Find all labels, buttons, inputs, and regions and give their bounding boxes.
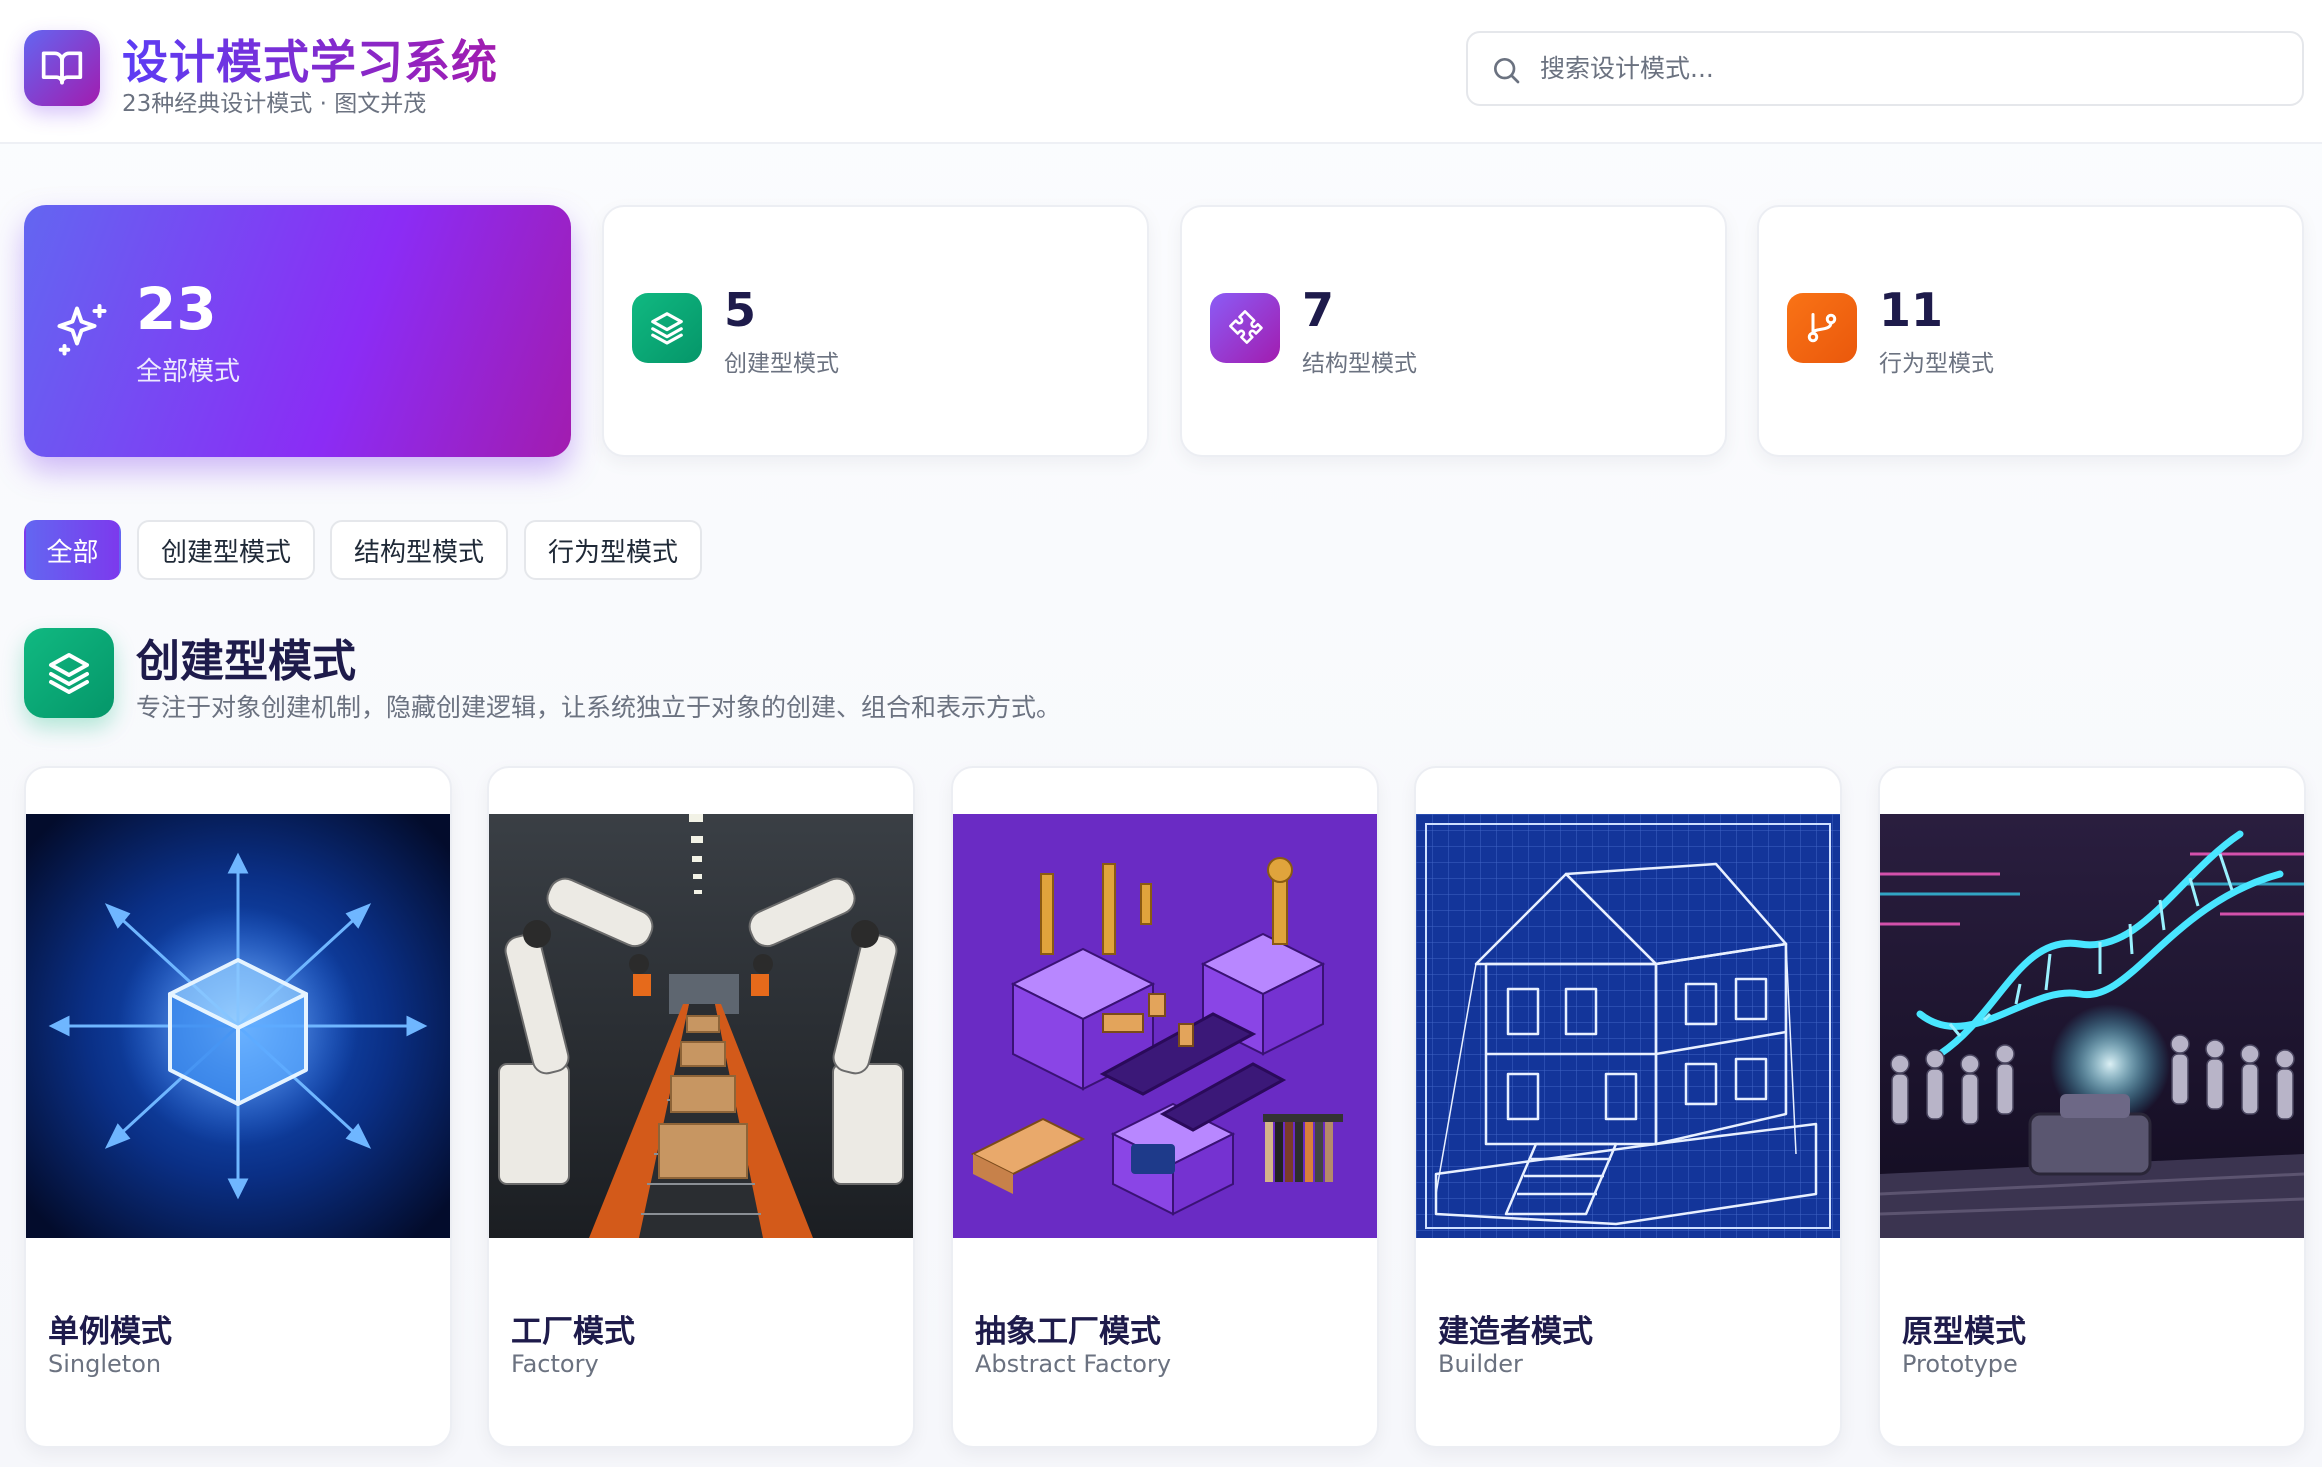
stat-icon-tile (632, 293, 702, 363)
tab-creational[interactable]: 创建型模式 (137, 520, 315, 580)
pattern-english-name: Abstract Factory (975, 1350, 1172, 1378)
tab-all[interactable]: 全部 (24, 520, 121, 580)
stat-label: 全部模式 (136, 357, 241, 387)
tab-structural[interactable]: 结构型模式 (330, 520, 508, 580)
puzzle-icon (1229, 310, 1263, 344)
pattern-english-name: Factory (511, 1350, 599, 1378)
pattern-name: 原型模式 (1902, 1314, 2026, 1350)
git-branch-icon (1807, 313, 1837, 343)
pattern-english-name: Builder (1438, 1350, 1523, 1378)
stat-value: 23 (136, 275, 217, 343)
dna-clones-image (1880, 814, 2304, 1238)
pattern-english-name: Singleton (48, 1350, 162, 1378)
pattern-name: 单例模式 (48, 1314, 172, 1350)
pattern-card-factory[interactable]: 工厂模式 Factory (487, 766, 915, 1448)
layers-icon (651, 312, 683, 345)
section-description: 专注于对象创建机制，隐藏创建逻辑，让系统独立于对象的创建、组合和表示方式。 (136, 693, 1062, 722)
factory-robots-image (489, 814, 913, 1238)
stat-label: 行为型模式 (1879, 351, 1994, 377)
book-open-icon (41, 51, 83, 85)
stat-value: 7 (1302, 283, 1335, 337)
stat-card-structural[interactable]: 7 结构型模式 (1180, 205, 1727, 457)
app-title: 设计模式学习系统 (122, 26, 498, 92)
stat-icon-tile (1787, 293, 1857, 363)
pattern-card-singleton[interactable]: 单例模式 Singleton (24, 766, 452, 1448)
section-title: 创建型模式 (136, 636, 356, 687)
search-input[interactable] (1540, 33, 2280, 104)
app-logo[interactable] (24, 30, 100, 106)
pattern-name: 抽象工厂模式 (975, 1314, 1161, 1350)
glowing-cube-image (26, 814, 450, 1238)
stat-value: 11 (1879, 283, 1944, 337)
search-box[interactable] (1466, 31, 2304, 106)
layers-icon (49, 653, 89, 694)
sparkles-icon (57, 304, 107, 356)
stat-value: 5 (724, 283, 757, 337)
pattern-card-abstract-factory[interactable]: 抽象工厂模式 Abstract Factory (951, 766, 1379, 1448)
pattern-card-prototype[interactable]: 原型模式 Prototype (1878, 766, 2306, 1448)
pattern-name: 工厂模式 (511, 1314, 635, 1350)
tab-behavioral[interactable]: 行为型模式 (524, 520, 702, 580)
pattern-card-builder[interactable]: 建造者模式 Builder (1414, 766, 1842, 1448)
pattern-english-name: Prototype (1902, 1350, 2018, 1378)
section-icon-tile (24, 628, 114, 718)
stat-card-all[interactable]: 23 全部模式 (24, 205, 571, 457)
isometric-factories-image (953, 814, 1377, 1238)
stat-card-creational[interactable]: 5 创建型模式 (602, 205, 1149, 457)
stat-icon-tile (1210, 293, 1280, 363)
stat-card-behavioral[interactable]: 11 行为型模式 (1757, 205, 2304, 457)
app-subtitle: 23种经典设计模式 · 图文并茂 (122, 91, 427, 117)
search-icon (1494, 58, 1520, 84)
pattern-name: 建造者模式 (1438, 1314, 1593, 1350)
app-header: 设计模式学习系统 23种经典设计模式 · 图文并茂 (0, 0, 2322, 144)
stat-label: 结构型模式 (1302, 351, 1417, 377)
stat-label: 创建型模式 (724, 351, 839, 377)
house-blueprint-image (1416, 814, 1840, 1238)
